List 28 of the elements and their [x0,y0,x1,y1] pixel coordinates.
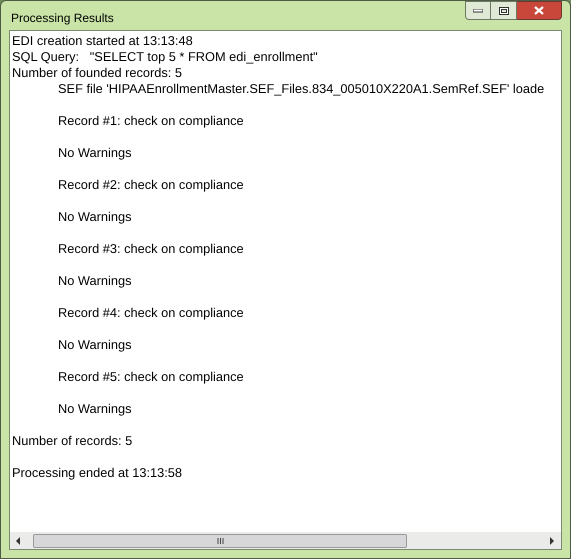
log-line: EDI creation started at 13:13:48 [12,33,193,49]
scrollbar-thumb[interactable] [33,534,407,548]
log-line: Number of records: 5 [12,433,132,449]
maximize-icon [498,6,508,14]
log-line: No Warnings [58,337,132,353]
minimize-icon [473,8,483,12]
maximize-button[interactable] [491,1,517,20]
scroll-left-icon[interactable] [16,536,21,544]
minimize-button[interactable] [465,1,491,20]
log-line: SQL Query: "SELECT top 5 * FROM edi_enrollment" [12,49,318,65]
log-line: Record #4: check on compliance [58,305,244,321]
close-icon [534,6,544,15]
close-button[interactable] [517,1,562,20]
grip-icon [216,538,224,544]
log-line: No Warnings [58,145,132,161]
log-line: Number of founded records: 5 [12,65,182,81]
log-line: No Warnings [58,209,132,225]
log-line: Record #5: check on compliance [58,369,244,385]
window-title: Processing Results [10,10,114,26]
log-line: Record #2: check on compliance [58,177,244,193]
log-line: Processing ended at 13:13:58 [12,465,182,481]
scroll-right-icon[interactable] [550,536,555,544]
log-line: Record #3: check on compliance [58,241,244,257]
log-line: No Warnings [58,273,132,289]
log-line: SEF file 'HIPAAEnrollmentMaster.SEF_Files.834_005010X220A1.SemRef.SEF' loade [58,81,544,97]
horizontal-scrollbar[interactable] [10,532,561,549]
log-line: No Warnings [58,401,132,417]
log-line: Record #1: check on compliance [58,113,244,129]
